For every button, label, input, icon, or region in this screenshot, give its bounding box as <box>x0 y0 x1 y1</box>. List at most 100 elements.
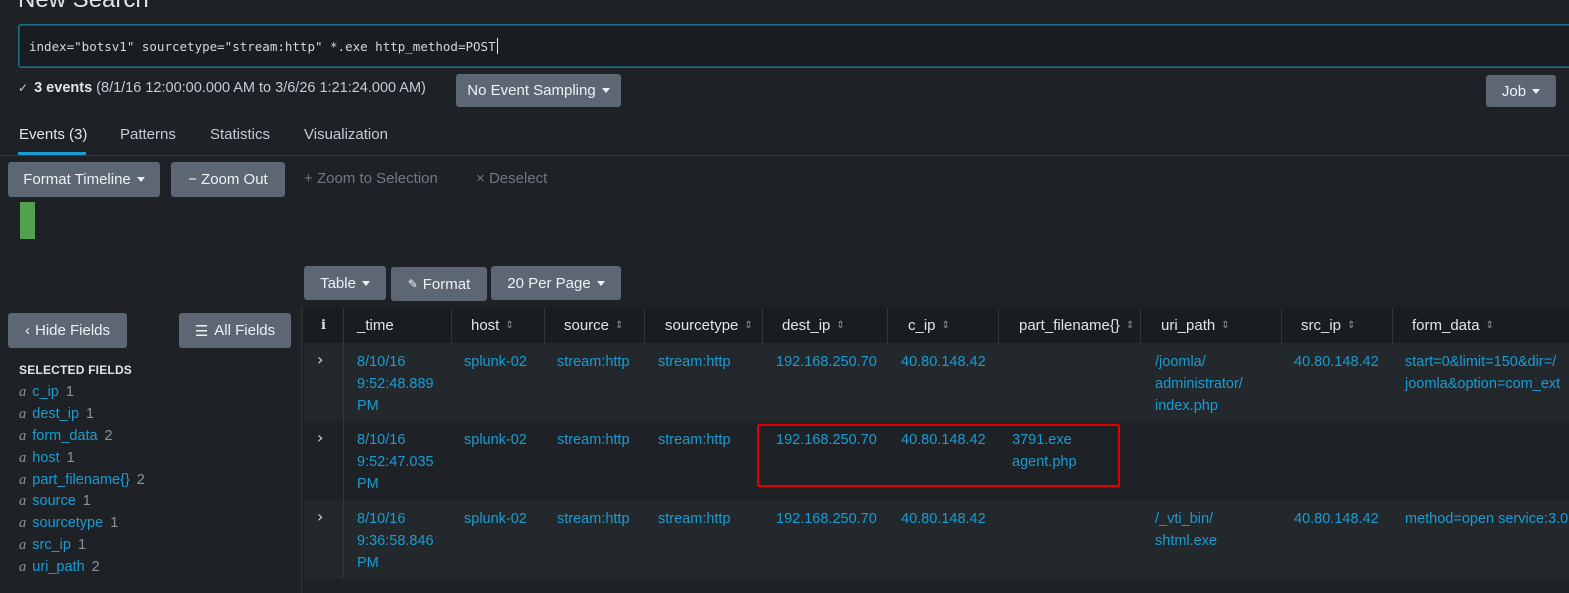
cell-time[interactable]: 8/10/16 9:52:48.889 PM <box>357 351 434 417</box>
cell-uri-path[interactable]: /_vti_bin/shtml.exe <box>1155 508 1217 552</box>
column-header-label: source <box>564 317 610 334</box>
field-count: 1 <box>65 384 74 400</box>
cell-uri-path[interactable]: /joomla/administrator/index.php <box>1155 351 1243 417</box>
cell-src-ip[interactable]: 40.80.148.42 <box>1294 351 1379 373</box>
hide-fields-label: Hide Fields <box>34 322 111 339</box>
cell-dest-ip[interactable]: 192.168.250.70 <box>776 508 877 530</box>
field-name: src_ip <box>32 537 71 553</box>
pencil-icon: ✎ <box>407 277 418 291</box>
field-item-src_ip[interactable]: a src_ip 1 <box>19 537 86 554</box>
chevron-down-icon <box>601 88 610 93</box>
sort-icon: ⇕ <box>1221 320 1230 331</box>
list-icon: ☰ <box>194 322 209 340</box>
cell-time[interactable]: 8/10/16 9:36:58.846 PM <box>357 508 434 574</box>
format-button[interactable]: ✎ Format <box>391 267 487 301</box>
cell-source[interactable]: stream:http <box>557 351 630 373</box>
cell-source[interactable]: stream:http <box>557 429 630 451</box>
row-expander[interactable]: › <box>304 421 344 500</box>
deselect-button[interactable]: × Deselect <box>476 170 547 187</box>
field-type: a <box>19 428 27 444</box>
event-sampling-dropdown[interactable]: No Event Sampling <box>456 74 621 107</box>
column-header-label: form_data <box>1412 317 1480 334</box>
field-count: 2 <box>136 472 145 488</box>
sort-icon: ⇕ <box>615 320 624 331</box>
field-item-source[interactable]: a source 1 <box>19 493 91 510</box>
sort-icon: ⇕ <box>505 320 514 331</box>
zoom-out-label: Zoom Out <box>201 171 268 188</box>
column-header-label: c_ip <box>908 317 936 334</box>
tab-statistics[interactable]: Statistics <box>210 126 270 143</box>
field-item-dest_ip[interactable]: a dest_ip 1 <box>19 406 94 423</box>
field-item-uri_path[interactable]: a uri_path 2 <box>19 559 100 576</box>
column-header-label: host <box>471 317 500 334</box>
row-expander[interactable]: › <box>304 500 344 579</box>
minus-icon: − <box>188 171 198 188</box>
table-view-dropdown[interactable]: Table <box>304 266 386 300</box>
column-header-host[interactable]: host ⇕ <box>452 308 545 343</box>
cell-c-ip[interactable]: 40.80.148.42 <box>901 508 986 530</box>
text-caret <box>496 38 498 54</box>
row-expander[interactable]: › <box>304 343 344 421</box>
cell-sourcetype[interactable]: stream:http <box>658 429 731 451</box>
table-row: › 8/10/16 9:52:48.889 PM splunk-02 stream:… <box>304 343 1569 421</box>
cell-dest-ip[interactable]: 192.168.250.70 <box>776 351 877 373</box>
column-header-uri-path[interactable]: uri_path ⇕ <box>1141 308 1282 343</box>
field-name: c_ip <box>32 384 59 400</box>
field-name: host <box>32 450 60 466</box>
field-item-host[interactable]: a host 1 <box>19 450 75 467</box>
per-page-dropdown[interactable]: 20 Per Page <box>491 266 621 300</box>
timeline-histogram-bar[interactable] <box>20 202 35 239</box>
active-tab-indicator <box>18 152 86 155</box>
cell-host[interactable]: splunk-02 <box>464 351 527 373</box>
job-label: Job <box>1501 82 1527 100</box>
column-header-src-ip[interactable]: src_ip ⇕ <box>1282 308 1393 343</box>
search-input[interactable]: index="botsv1" sourcetype="stream:http" … <box>18 24 1569 68</box>
field-count: 1 <box>66 450 75 466</box>
column-header-sourcetype[interactable]: sourcetype ⇕ <box>645 308 763 343</box>
format-timeline-label: Format Timeline <box>23 171 131 188</box>
tab-visualization[interactable]: Visualization <box>304 126 388 143</box>
page-title: New Search <box>18 0 149 14</box>
field-type: a <box>19 537 27 553</box>
field-item-c_ip[interactable]: a c_ip 1 <box>19 384 74 401</box>
column-header-c-ip[interactable]: c_ip ⇕ <box>888 308 999 343</box>
cell-host[interactable]: splunk-02 <box>464 429 527 451</box>
zoom-out-button[interactable]: − Zoom Out <box>171 162 285 197</box>
column-header-form-data[interactable]: form_data ⇕ <box>1393 308 1569 343</box>
hide-fields-button[interactable]: ‹ Hide Fields <box>8 313 127 348</box>
tab-events[interactable]: Events (3) <box>19 126 87 143</box>
chevron-right-icon: › <box>317 428 324 447</box>
job-dropdown[interactable]: Job <box>1486 75 1556 107</box>
tab-patterns[interactable]: Patterns <box>120 126 176 143</box>
cell-form-data[interactable]: start=0&limit=150&dir=/joomla&option=com… <box>1405 351 1560 395</box>
format-label: Format <box>422 275 471 293</box>
column-header-time[interactable]: _time <box>344 308 452 343</box>
column-header-dest-ip[interactable]: dest_ip ⇕ <box>763 308 888 343</box>
field-type: a <box>19 406 27 422</box>
table-row: › 8/10/16 9:36:58.846 PM splunk-02 stream:… <box>304 500 1569 579</box>
cell-form-data[interactable]: method=open service:3.0 <box>1405 508 1568 530</box>
field-count: 2 <box>104 428 113 444</box>
column-header-part-filename[interactable]: part_filename{} ⇕ <box>999 308 1141 343</box>
column-header-label: uri_path <box>1161 317 1216 334</box>
cell-src-ip[interactable]: 40.80.148.42 <box>1294 508 1379 530</box>
field-item-form_data[interactable]: a form_data 2 <box>19 428 113 445</box>
cell-c-ip[interactable]: 40.80.148.42 <box>901 351 986 373</box>
chevron-right-icon: › <box>317 507 324 526</box>
field-name: form_data <box>32 428 98 444</box>
format-timeline-button[interactable]: Format Timeline <box>8 162 160 197</box>
cell-source[interactable]: stream:http <box>557 508 630 530</box>
column-header-label: dest_ip <box>782 317 831 334</box>
cell-sourcetype[interactable]: stream:http <box>658 508 731 530</box>
field-item-part_filename[interactable]: a part_filename{} 2 <box>19 472 145 489</box>
cell-time[interactable]: 8/10/16 9:52:47.035 PM <box>357 429 434 495</box>
cell-host[interactable]: splunk-02 <box>464 508 527 530</box>
sort-icon: ⇕ <box>744 320 753 331</box>
cell-sourcetype[interactable]: stream:http <box>658 351 731 373</box>
chevron-down-icon <box>361 280 370 286</box>
field-name: sourcetype <box>32 515 104 531</box>
all-fields-button[interactable]: ☰ All Fields <box>179 313 291 348</box>
field-item-sourcetype[interactable]: a sourcetype 1 <box>19 515 118 532</box>
column-header-source[interactable]: source ⇕ <box>545 308 645 343</box>
zoom-to-selection-button[interactable]: + Zoom to Selection <box>304 170 438 187</box>
